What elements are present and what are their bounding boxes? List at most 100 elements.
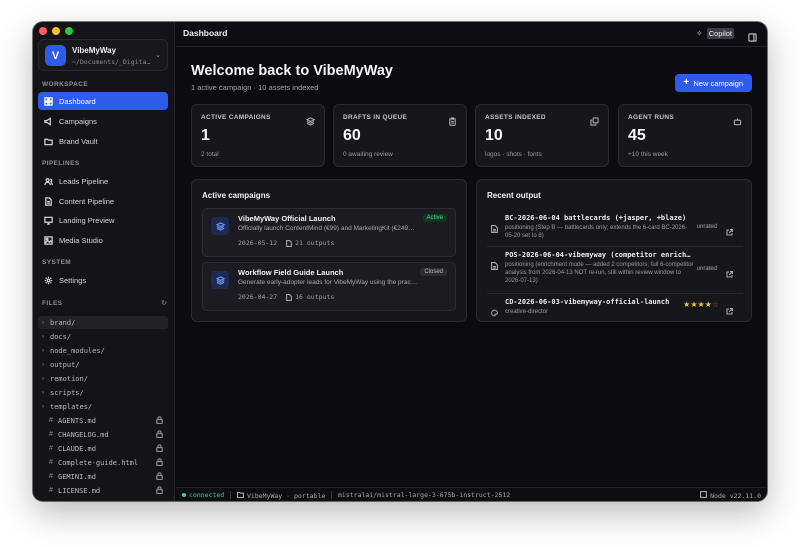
output-description: positioning (enrichment mode — added 2 c… <box>505 262 694 284</box>
document-icon <box>286 239 293 247</box>
folder-icon <box>236 491 245 500</box>
recent-output-panel: Recent output BC-2026-06-04 battlecards … <box>476 179 752 322</box>
chevron-right-icon[interactable]: › <box>38 390 48 396</box>
nav-item-brand-vault[interactable]: Brand Vault <box>38 132 168 150</box>
external-link-icon[interactable] <box>726 302 733 315</box>
output-description: positioning (Step B — battlecards only; … <box>505 225 688 239</box>
panel-title: Active campaigns <box>202 191 271 200</box>
file-tree-folder[interactable]: › output/ <box>38 358 168 371</box>
campaign-card[interactable]: VibeMyWay Official Launch Active Officia… <box>202 208 456 257</box>
file-tree-file[interactable]: # AGENTS.md <box>38 414 168 427</box>
campaign-name: VibeMyWay Official Launch <box>238 214 336 223</box>
stat-value: 1 <box>201 127 210 144</box>
project-indicator: VibeMyWay · portable <box>236 491 325 500</box>
workspace-path: ~/Documents/_Digita… <box>72 58 151 66</box>
file-tree-folder[interactable]: › remotion/ <box>38 372 168 385</box>
output-row[interactable]: CD-2026-06-03-vibemyway-official-launch … <box>487 298 743 320</box>
chevron-right-icon[interactable]: › <box>38 348 48 354</box>
nav-item-dashboard[interactable]: Dashboard <box>38 92 168 110</box>
markdown-hash-icon: # <box>49 459 53 466</box>
nav-item-content-pipeline[interactable]: Content Pipeline <box>38 192 168 210</box>
star-filled-icon[interactable]: ★ <box>697 300 704 309</box>
stat-card-drafts-in-queue: DRAFTS IN QUEUE 60 0 awaiting review <box>333 104 467 167</box>
file-tree-folder[interactable]: › scripts/ <box>38 386 168 399</box>
file-tree-folder[interactable]: › docs/ <box>38 330 168 343</box>
nav-item-leads-pipeline[interactable]: Leads Pipeline <box>38 172 168 190</box>
file-name: docs/ <box>50 332 72 341</box>
nav-item-media-studio[interactable]: Media Studio <box>38 231 168 249</box>
nav-item-landing-preview[interactable]: Landing Preview <box>38 211 168 229</box>
file-name: GEMINI.md <box>58 472 96 481</box>
campaign-card[interactable]: Workflow Field Guide Launch Closed Gener… <box>202 262 456 311</box>
copilot-button[interactable]: ✧ Copilot <box>696 28 734 39</box>
file-name: remotion/ <box>50 374 88 383</box>
model-indicator[interactable]: mistralai/mistral-large-3-675b-instruct-… <box>338 491 510 499</box>
welcome-heading: Welcome back to VibeMyWay <box>191 63 393 79</box>
nav-item-label: Content Pipeline <box>59 196 115 206</box>
status-badge: Active <box>422 214 447 222</box>
connection-status: connected <box>182 491 224 499</box>
file-tree-folder[interactable]: › node_modules/ <box>38 344 168 357</box>
lock-icon <box>156 416 164 425</box>
chevron-right-icon[interactable]: › <box>38 404 48 410</box>
output-description: creative-director <box>505 309 549 315</box>
output-title: BC-2026-06-04 battlecards (+jasper, +bla… <box>505 214 687 222</box>
output-row[interactable]: POS-2026-06-04-vibemyway (competitor enr… <box>487 251 743 295</box>
nav-item-settings[interactable]: Settings <box>38 271 168 289</box>
minimize-window-button[interactable] <box>52 27 60 35</box>
nav-item-label: Settings <box>59 275 87 285</box>
star-empty-icon[interactable]: ☆ <box>712 300 719 309</box>
window-controls <box>39 27 73 35</box>
lock-icon <box>156 472 164 481</box>
file-tree-file[interactable]: # CLAUDE.md <box>38 442 168 455</box>
file-tree-file[interactable]: # GEMINI.md <box>38 470 168 483</box>
new-campaign-button[interactable]: + New campaign <box>674 74 752 92</box>
star-rating[interactable]: ★★★★☆ <box>683 300 719 309</box>
campaign-name: Workflow Field Guide Launch <box>238 268 344 277</box>
output-row[interactable]: BC-2026-06-04 battlecards (+jasper, +bla… <box>487 214 743 244</box>
campaign-date: 2026-05-12 <box>238 239 278 247</box>
star-filled-icon[interactable]: ★ <box>705 300 712 309</box>
file-tree-file[interactable]: # CHANGELOG.md <box>38 428 168 441</box>
close-window-button[interactable] <box>39 27 47 35</box>
layers-icon <box>211 271 229 289</box>
stat-label: ASSETS INDEXED <box>485 114 546 121</box>
file-tree-folder[interactable]: › brand/ <box>38 316 168 329</box>
nav-item-campaigns[interactable]: Campaigns <box>38 112 168 130</box>
status-bar: connected VibeMyWay · portable mistralai… <box>176 487 767 501</box>
file-tree-folder[interactable]: › templates/ <box>38 400 168 413</box>
zoom-window-button[interactable] <box>65 27 73 35</box>
document-icon <box>286 293 293 301</box>
runtime-indicator: Node v22.11.0 <box>700 491 761 500</box>
chevron-right-icon[interactable]: › <box>38 320 48 326</box>
sidebar-toggle-icon[interactable] <box>748 29 757 42</box>
section-label-workspace: WORKSPACE <box>42 81 89 88</box>
monitor-icon <box>44 216 53 225</box>
chevron-right-icon[interactable]: › <box>38 362 48 368</box>
app-window: V VibeMyWay ~/Documents/_Digita… ⌄ WORKS… <box>33 22 767 501</box>
external-link-icon[interactable] <box>726 223 733 236</box>
plus-icon: + <box>683 77 690 88</box>
document-icon <box>491 220 498 233</box>
stat-label: AGENT RUNS <box>628 114 674 121</box>
file-tree-file[interactable]: # Complete-guide.html <box>38 456 168 469</box>
workspace-avatar: V <box>45 45 66 66</box>
workspace-switcher[interactable]: V VibeMyWay ~/Documents/_Digita… ⌄ <box>38 39 168 71</box>
external-link-icon[interactable] <box>726 265 733 278</box>
file-tree-file[interactable]: # LICENSE.md <box>38 484 168 497</box>
bot-icon <box>733 113 742 126</box>
copilot-label: Copilot <box>706 28 734 39</box>
file-name: brand/ <box>50 318 76 327</box>
section-label-system: SYSTEM <box>42 259 72 266</box>
campaign-date: 2026-04-27 <box>238 293 278 301</box>
chevron-right-icon[interactable]: › <box>38 334 48 340</box>
campaign-outputs: 16 outputs <box>286 293 334 301</box>
nav-item-label: Media Studio <box>59 235 103 245</box>
users-icon <box>44 177 53 186</box>
stat-sub: 2 total <box>201 151 219 158</box>
file-name: CHANGELOG.md <box>58 430 109 439</box>
nav-item-label: Campaigns <box>59 116 97 126</box>
chevron-right-icon[interactable]: › <box>38 376 48 382</box>
rating-status: unrated <box>696 266 717 272</box>
refresh-icon[interactable]: ↻ <box>161 299 167 307</box>
